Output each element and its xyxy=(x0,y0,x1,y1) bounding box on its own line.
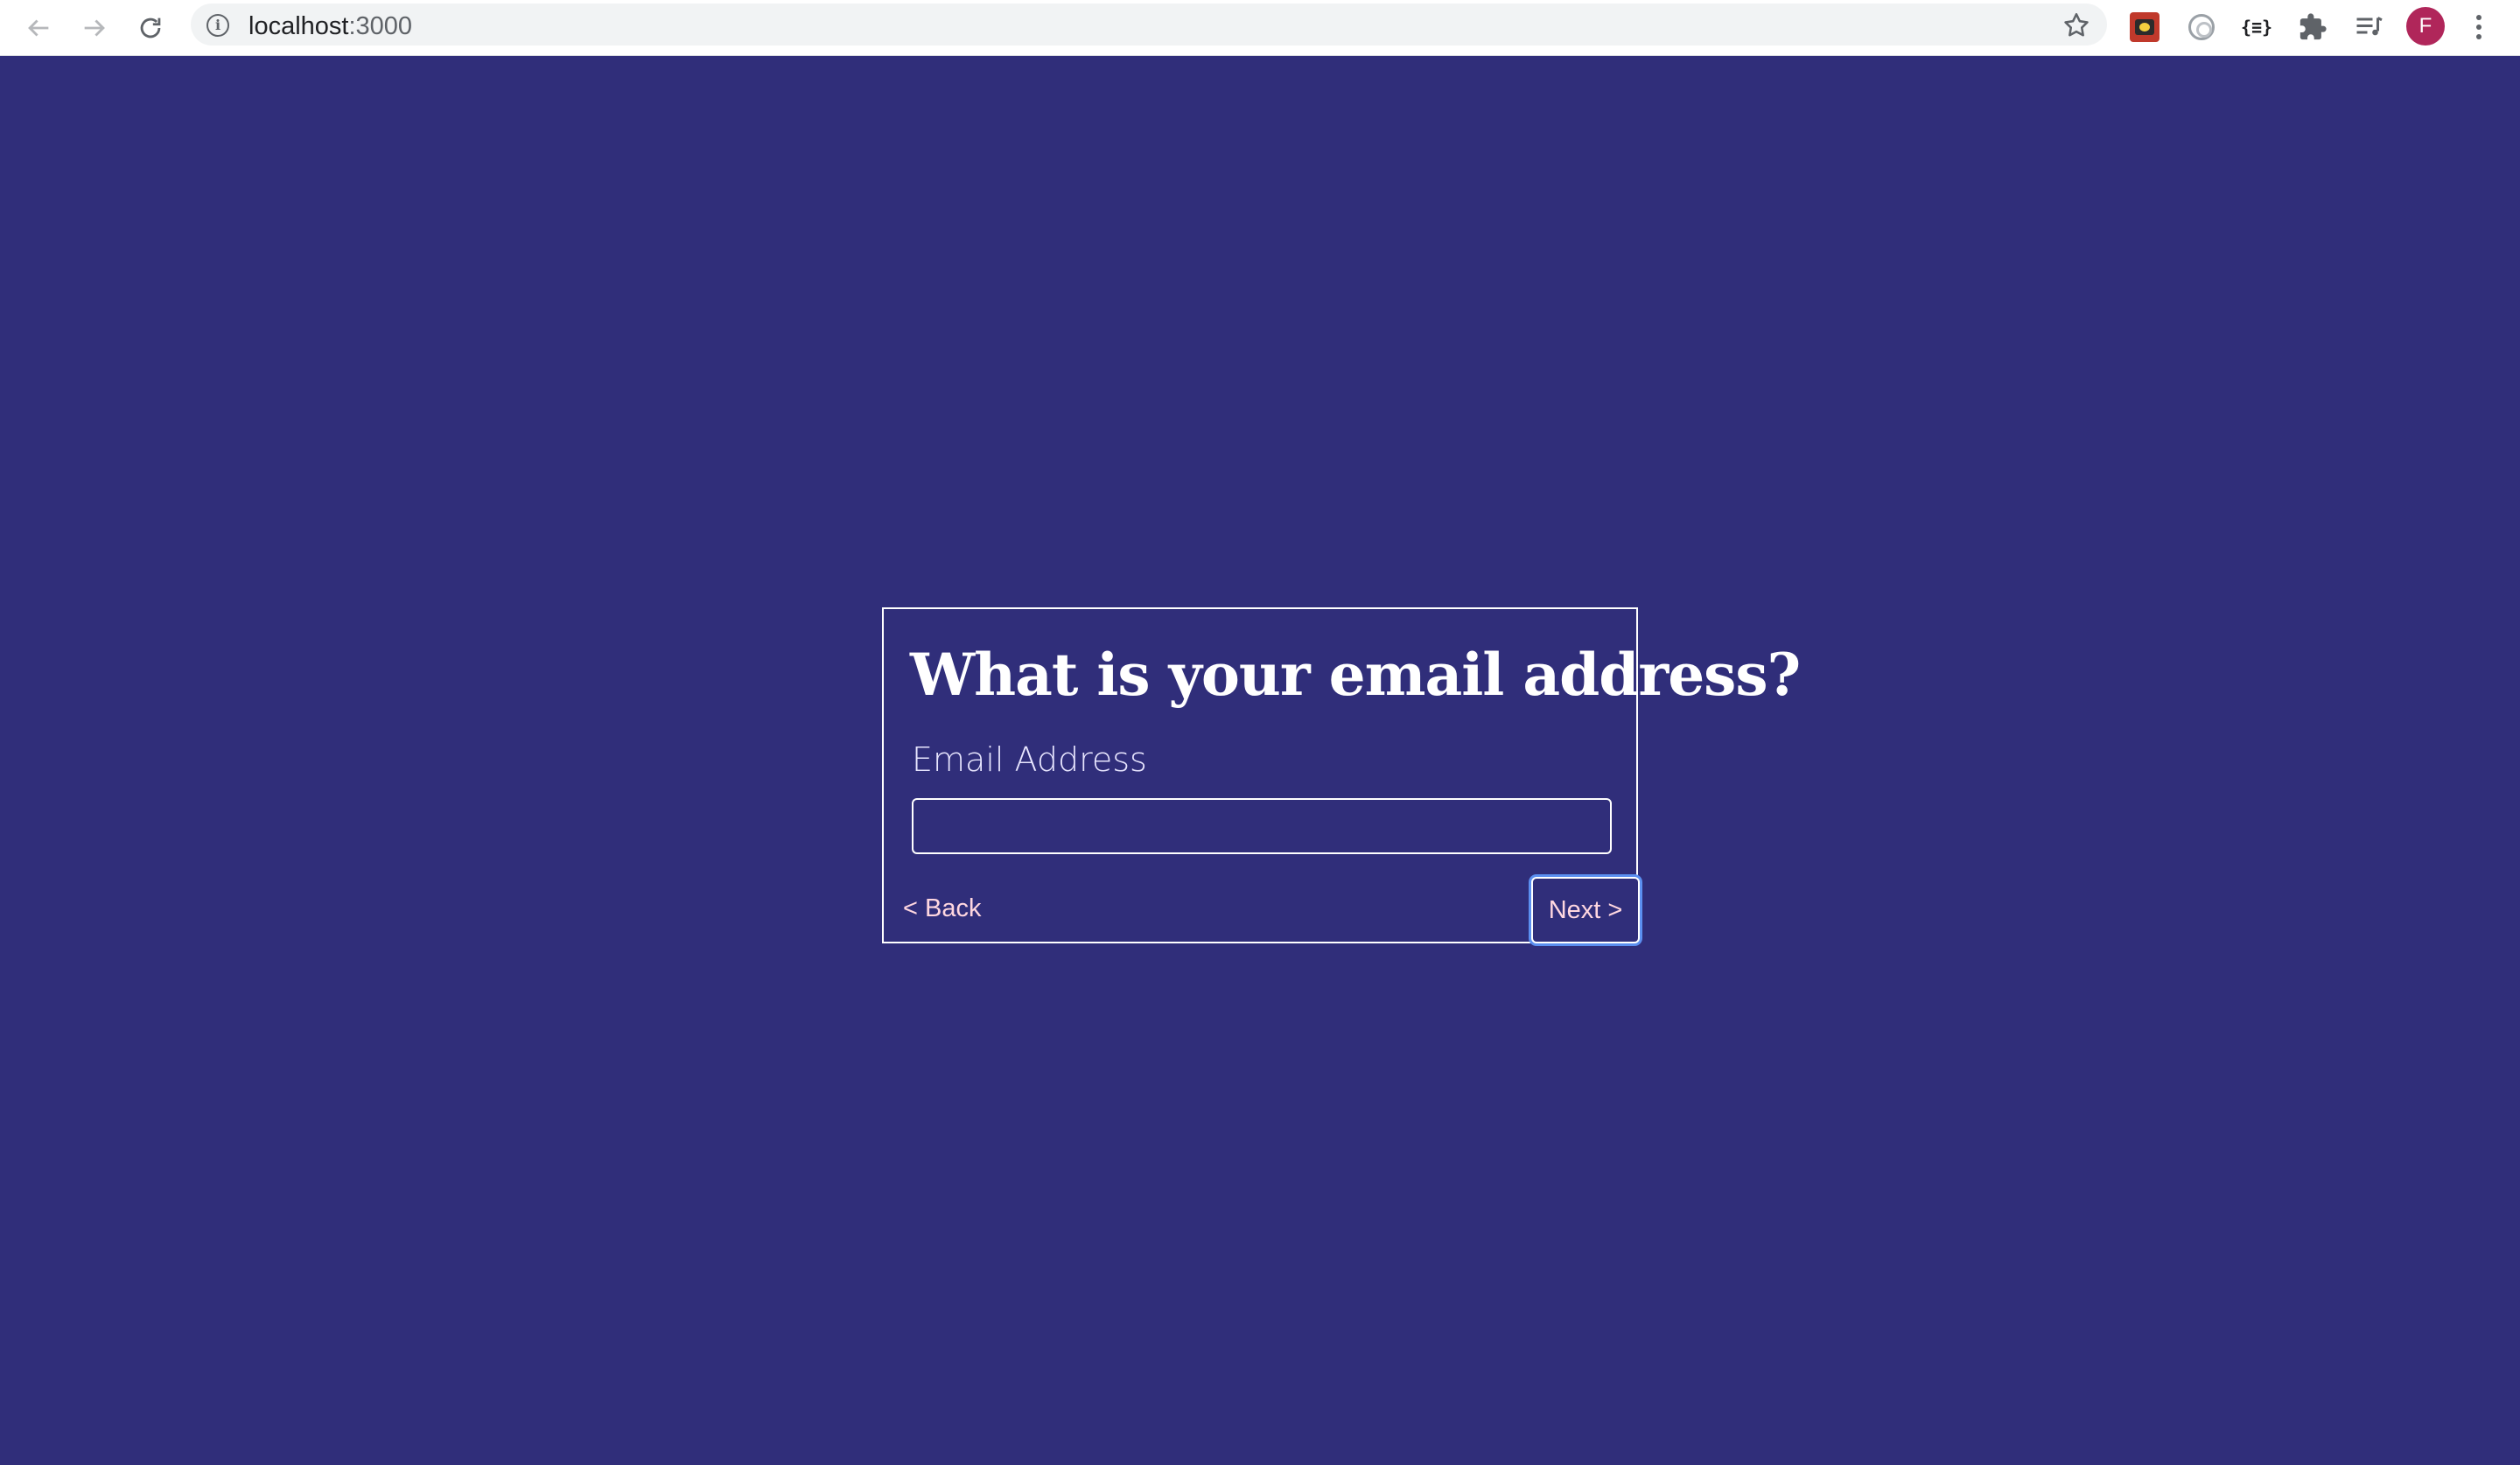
info-icon[interactable]: i xyxy=(206,14,229,37)
back-button[interactable]: < Back xyxy=(903,894,981,923)
media-queue-icon[interactable] xyxy=(2348,7,2389,47)
page-background: What is your email address? Email Addres… xyxy=(0,56,2520,1465)
email-label: Email Address xyxy=(912,740,1147,779)
address-bar[interactable]: i localhost:3000 xyxy=(191,4,2107,46)
extension-icon[interactable]: {≡} xyxy=(2236,7,2277,47)
avatar[interactable]: F xyxy=(2406,7,2445,46)
page-title: What is your email address? xyxy=(910,641,1801,709)
extension-icon[interactable] xyxy=(2124,7,2165,47)
star-icon[interactable] xyxy=(2062,11,2091,40)
puzzle-icon[interactable] xyxy=(2292,7,2333,47)
next-button[interactable]: Next > xyxy=(1531,877,1640,943)
email-field[interactable] xyxy=(912,798,1612,854)
email-form-card: What is your email address? Email Addres… xyxy=(882,607,1801,943)
reload-icon[interactable] xyxy=(128,5,173,51)
browser-toolbar: i localhost:3000 {≡} F xyxy=(0,0,2520,56)
menu-icon[interactable] xyxy=(2466,7,2492,47)
url-host: localhost xyxy=(248,12,349,40)
url-port: :3000 xyxy=(348,12,413,40)
back-arrow-icon[interactable] xyxy=(16,5,61,51)
url-text[interactable]: localhost:3000 xyxy=(248,12,412,41)
forward-arrow-icon[interactable] xyxy=(72,5,117,51)
extension-icon[interactable] xyxy=(2181,7,2222,47)
